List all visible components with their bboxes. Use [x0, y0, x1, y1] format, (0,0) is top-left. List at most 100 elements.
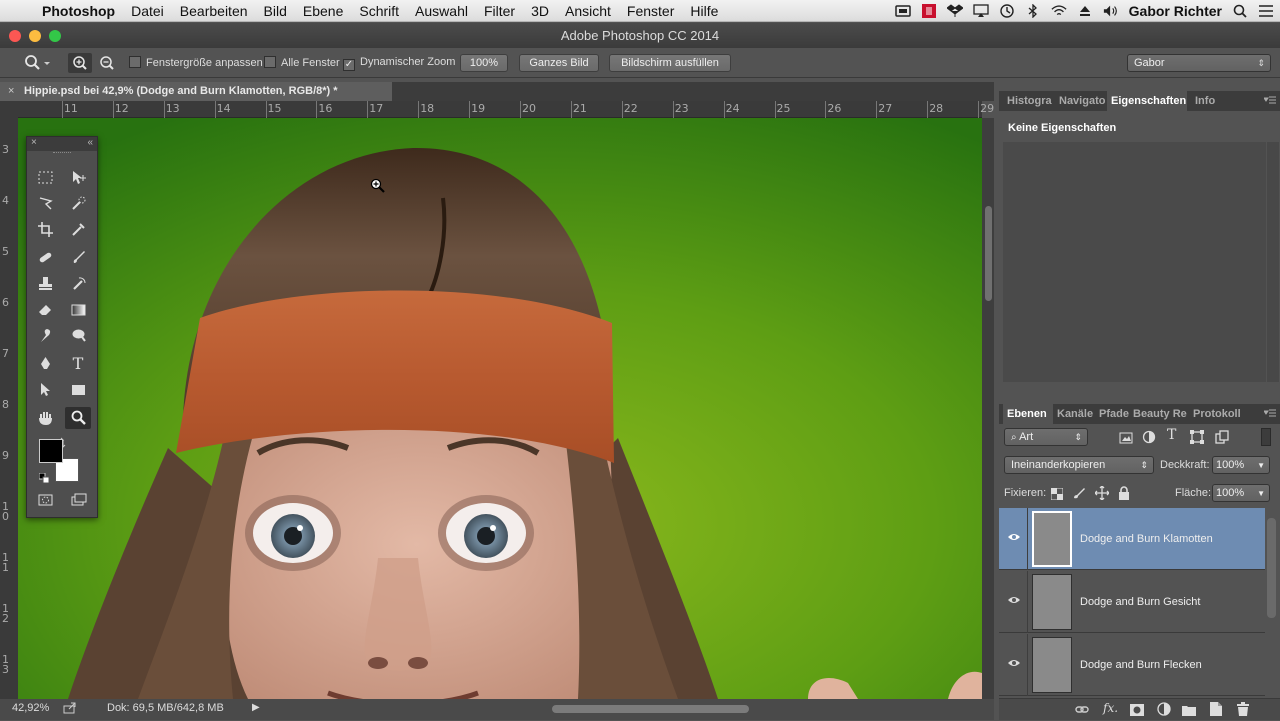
- fit-window-checkbox-box[interactable]: [129, 56, 141, 68]
- new-group-folder-icon[interactable]: [1182, 703, 1196, 721]
- user-name[interactable]: Gabor Richter: [1129, 3, 1222, 19]
- lock-image-pixels-icon[interactable]: [1072, 486, 1086, 505]
- zoom-tool-icon[interactable]: [65, 407, 91, 429]
- eject-icon[interactable]: [1077, 4, 1093, 18]
- link-layers-icon[interactable]: [1075, 703, 1089, 721]
- menu-datei[interactable]: Datei: [123, 3, 172, 19]
- filter-pixel-layers-icon[interactable]: [1119, 431, 1133, 449]
- rectangle-tool-icon[interactable]: [65, 379, 91, 401]
- delete-layer-trash-icon[interactable]: [1237, 702, 1249, 721]
- workspace-select[interactable]: Gabor ⇕: [1127, 54, 1271, 72]
- tab-paths[interactable]: Pfade: [1095, 404, 1131, 424]
- properties-panel-menu-icon[interactable]: [1263, 96, 1276, 106]
- close-document-icon[interactable]: ×: [8, 82, 14, 101]
- filter-toggle-switch[interactable]: [1261, 428, 1271, 446]
- layers-panel-menu-icon[interactable]: [1263, 409, 1276, 419]
- tab-beauty-retouch[interactable]: Beauty Re: [1129, 404, 1191, 424]
- marquee-tool-icon[interactable]: [32, 167, 58, 189]
- layer-thumbnail[interactable]: [1032, 637, 1072, 693]
- lock-position-icon[interactable]: [1094, 485, 1110, 505]
- zoom-in-icon[interactable]: [68, 53, 92, 73]
- eyedropper-tool-icon[interactable]: [65, 219, 91, 241]
- notification-center-icon[interactable]: [1258, 4, 1274, 18]
- history-brush-tool-icon[interactable]: [65, 273, 91, 295]
- pen-tool-icon[interactable]: [32, 353, 58, 375]
- fit-screen-button[interactable]: Ganzes Bild: [519, 54, 599, 72]
- menu-fenster[interactable]: Fenster: [619, 3, 682, 19]
- all-windows-checkbox[interactable]: Alle Fenster: [264, 56, 340, 69]
- layer-row[interactable]: Dodge and Burn Klamotten: [999, 508, 1265, 570]
- blend-mode-select[interactable]: Ineinanderkopieren ⇕: [1004, 456, 1154, 474]
- move-tool-icon[interactable]: [65, 167, 91, 189]
- scrubby-zoom-checkbox[interactable]: ✓ Dynamischer Zoom: [343, 56, 455, 71]
- add-layer-mask-icon[interactable]: [1130, 703, 1144, 721]
- tab-layers[interactable]: Ebenen: [1003, 404, 1053, 424]
- lasso-tool-icon[interactable]: [32, 193, 58, 215]
- volume-icon[interactable]: [1103, 4, 1119, 18]
- tools-close-icon[interactable]: ×: [31, 137, 37, 148]
- visibility-eye-icon[interactable]: [1007, 595, 1021, 605]
- gradient-tool-icon[interactable]: [65, 299, 91, 321]
- zoom-tool-preset-icon[interactable]: [24, 54, 50, 75]
- tab-navigator[interactable]: Navigato: [1055, 91, 1107, 111]
- properties-scrollbar[interactable]: [1267, 142, 1279, 382]
- zoom-window-button[interactable]: [49, 30, 61, 42]
- menu-auswahl[interactable]: Auswahl: [407, 3, 476, 19]
- bluetooth-icon[interactable]: [1025, 4, 1041, 18]
- zoom-out-icon[interactable]: [95, 53, 119, 73]
- quick-mask-icon[interactable]: [32, 489, 58, 511]
- document-canvas[interactable]: [18, 118, 982, 699]
- path-selection-tool-icon[interactable]: [32, 379, 58, 401]
- lock-transparent-pixels-icon[interactable]: [1050, 487, 1064, 505]
- airplay-icon[interactable]: [972, 4, 989, 18]
- all-windows-checkbox-box[interactable]: [264, 56, 276, 68]
- fill-input[interactable]: 100% ▼: [1212, 484, 1270, 502]
- status-menu-arrow-icon[interactable]: ▶: [252, 702, 260, 713]
- smudge-tool-icon[interactable]: [32, 325, 58, 347]
- clone-stamp-tool-icon[interactable]: [32, 273, 58, 295]
- horizontal-scroll-thumb[interactable]: [552, 705, 749, 713]
- tab-histogram[interactable]: Histogra: [1003, 91, 1057, 111]
- tab-channels[interactable]: Kanäle: [1053, 404, 1095, 424]
- layer-row[interactable]: Dodge and Burn Gesicht: [999, 571, 1265, 633]
- healing-brush-tool-icon[interactable]: [32, 247, 58, 269]
- fill-screen-button[interactable]: Bildschirm ausfüllen: [609, 54, 731, 72]
- menu-filter[interactable]: Filter: [476, 3, 523, 19]
- layer-name[interactable]: Dodge and Burn Flecken: [1080, 659, 1202, 671]
- opacity-input[interactable]: 100% ▼: [1212, 456, 1270, 474]
- tab-properties[interactable]: Eigenschaften: [1107, 91, 1187, 111]
- visibility-eye-icon[interactable]: [1007, 658, 1021, 668]
- layer-name[interactable]: Dodge and Burn Klamotten: [1080, 533, 1213, 545]
- quick-selection-tool-icon[interactable]: [65, 193, 91, 215]
- vertical-scrollbar[interactable]: [982, 118, 994, 699]
- close-window-button[interactable]: [9, 30, 21, 42]
- document-tab[interactable]: × Hippie.psd bei 42,9% (Dodge and Burn K…: [0, 82, 392, 101]
- visibility-eye-icon[interactable]: [1007, 532, 1021, 542]
- menu-schrift[interactable]: Schrift: [351, 3, 407, 19]
- menu-hilfe[interactable]: Hilfe: [682, 3, 726, 19]
- tools-grip[interactable]: [53, 152, 71, 154]
- brush-tool-icon[interactable]: [65, 247, 91, 269]
- crop-tool-icon[interactable]: [32, 219, 58, 241]
- tab-history[interactable]: Protokoll: [1189, 404, 1245, 424]
- layer-thumbnail[interactable]: [1032, 511, 1072, 567]
- layer-filter-kind-select[interactable]: ⌕ Art ⇕: [1004, 428, 1088, 446]
- spotlight-search-icon[interactable]: [1232, 4, 1248, 18]
- fit-window-checkbox[interactable]: Fenstergröße anpassen: [129, 56, 263, 69]
- new-adjustment-layer-icon[interactable]: [1157, 702, 1171, 721]
- tools-collapse-icon[interactable]: «: [87, 137, 93, 148]
- filter-adjustment-layers-icon[interactable]: [1142, 430, 1156, 449]
- layers-scroll-thumb[interactable]: [1267, 518, 1276, 618]
- time-machine-icon[interactable]: [999, 4, 1015, 18]
- dropbox-icon[interactable]: [946, 4, 963, 18]
- new-layer-icon[interactable]: [1210, 702, 1222, 721]
- layer-name[interactable]: Dodge and Burn Gesicht: [1080, 596, 1200, 608]
- layer-style-fx-icon[interactable]: fx.: [1103, 701, 1118, 715]
- screen-mode-icon[interactable]: [65, 489, 91, 511]
- app-red-icon[interactable]: [921, 4, 937, 18]
- vertical-scroll-thumb[interactable]: [985, 206, 992, 301]
- cast-icon[interactable]: [894, 4, 911, 18]
- zoom-100-button[interactable]: 100%: [460, 54, 508, 72]
- hand-tool-icon[interactable]: [32, 407, 58, 429]
- wifi-icon[interactable]: [1051, 4, 1067, 18]
